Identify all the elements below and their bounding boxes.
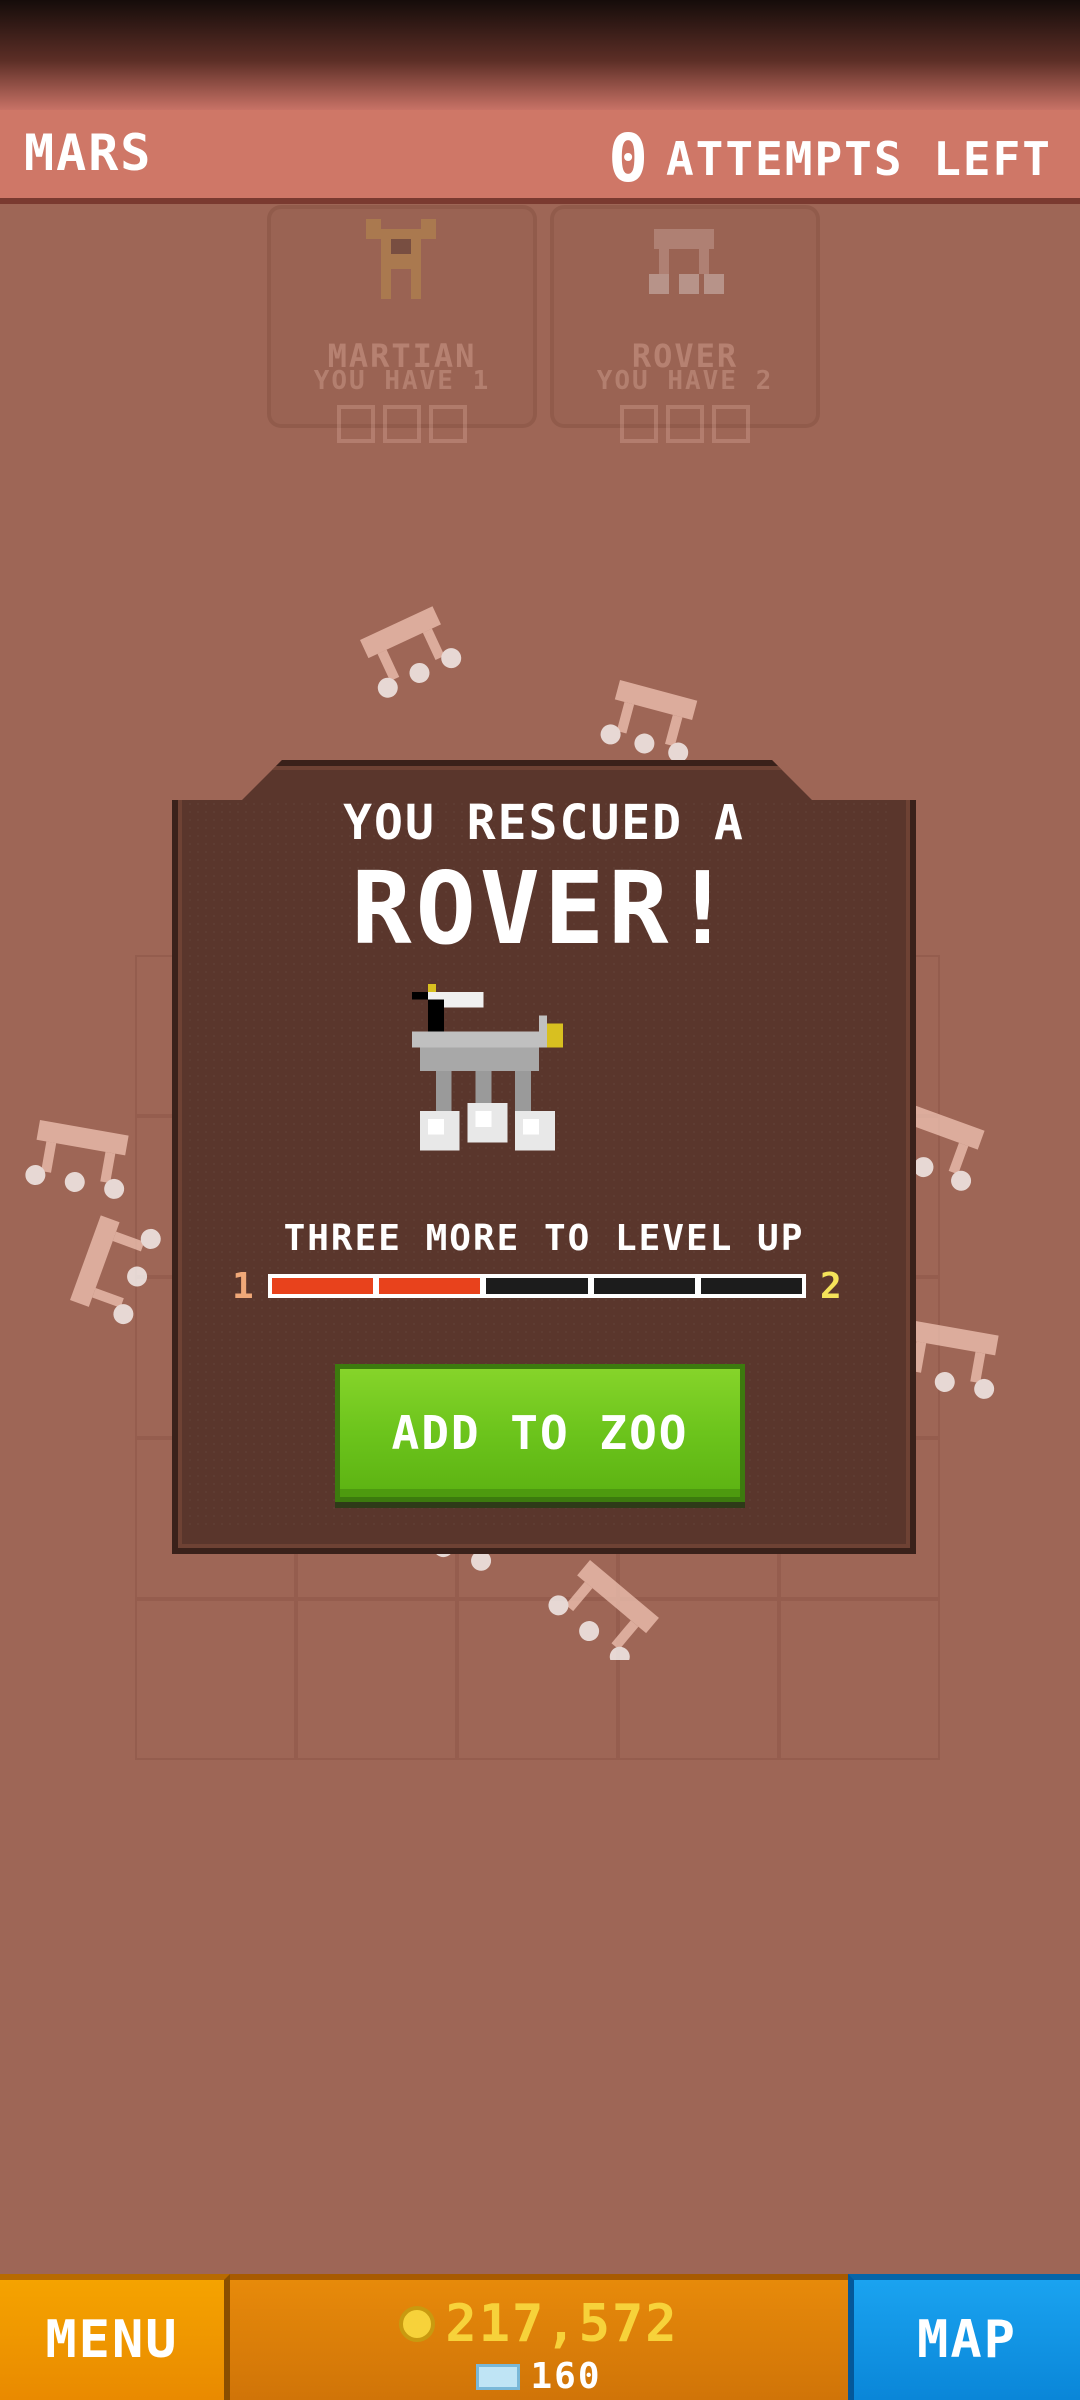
menu-button[interactable]: MENU [0,2274,230,2400]
background-card-slots [271,405,533,443]
popup-subtitle: YOU RESCUED A [343,795,745,851]
coin-icon [399,2306,436,2342]
background-card-count: YOU HAVE 1 [313,366,491,396]
popup-headline: ROVER! [351,850,737,967]
status-bar-shade [0,0,1080,110]
top-bar: MARS 0 ATTEMPTS LEFT [0,110,1080,204]
background-card-martian: MARTIAN YOU HAVE 1 [267,205,537,443]
map-button[interactable]: MAP [848,2274,1080,2400]
background-card-slots [554,405,816,443]
level-name: MARS [24,124,153,182]
martian-icon [366,219,436,299]
level-progress-bar [268,1274,806,1298]
coin-row: 217,572 [230,2294,848,2354]
progress-segment-filled [272,1278,374,1294]
background-card-count: YOU HAVE 2 [596,366,774,396]
progress-segment-empty [700,1278,803,1294]
attempts-label: ATTEMPTS LEFT [665,131,1052,186]
progress-segment-empty [593,1278,695,1294]
bottom-bar: MENU 217,572 160 MAP [0,2274,1080,2400]
attempts-count: 0 [608,120,650,197]
rover-icon [412,983,563,1151]
progress-segment-empty [486,1278,588,1294]
level-to: 2 [820,1266,844,1307]
currency-display: 217,572 160 [230,2274,848,2400]
gem-row: 160 [230,2356,848,2397]
gem-icon [476,2363,521,2390]
levelup-text: THREE MORE TO LEVEL UP [283,1218,805,1259]
gem-count: 160 [530,2356,602,2397]
attempts-indicator: 0 ATTEMPTS LEFT [608,120,1052,197]
coin-count: 217,572 [445,2294,679,2354]
add-to-zoo-button[interactable]: ADD TO ZOO [335,1364,745,1502]
rover-icon [649,229,724,294]
progress-segment-filled [379,1278,481,1294]
background-card-rover: ROVER YOU HAVE 2 [550,205,820,443]
level-from: 1 [232,1266,256,1307]
